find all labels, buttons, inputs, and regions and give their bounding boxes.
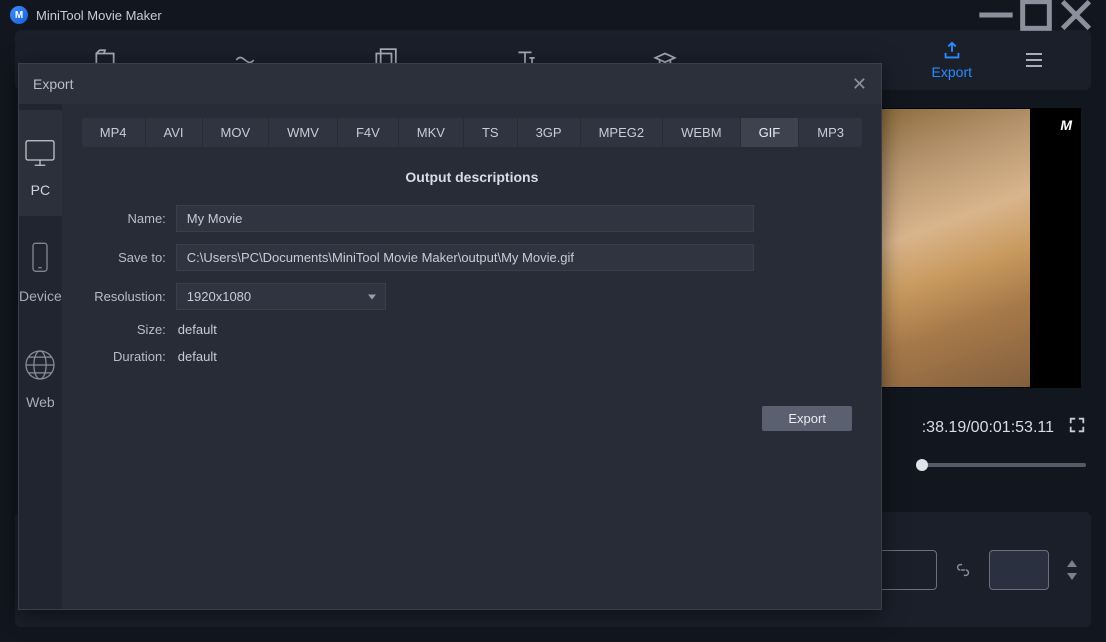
zoom-slider[interactable] <box>916 463 1086 467</box>
export-icon <box>941 40 963 62</box>
scroll-down-button[interactable] <box>1067 573 1077 580</box>
zoom-slider-row <box>866 463 1086 467</box>
fullscreen-button[interactable] <box>1068 416 1086 439</box>
app-logo-icon: M <box>10 6 28 24</box>
export-dialog: Export ✕ PC Device Web MP4 AVI MOV WMV <box>18 63 882 610</box>
minimize-button[interactable] <box>976 0 1016 30</box>
export-sidebar: PC Device Web <box>19 104 62 609</box>
input-name[interactable] <box>176 205 754 232</box>
menu-button[interactable] <box>997 48 1071 72</box>
format-tab-mp4[interactable]: MP4 <box>82 118 146 147</box>
sidebar-tab-device[interactable]: Device <box>19 216 62 322</box>
format-tab-mpeg2[interactable]: MPEG2 <box>581 118 664 147</box>
select-resolution[interactable]: 1920x1080 <box>176 283 386 310</box>
section-title: Output descriptions <box>82 169 862 185</box>
format-tab-avi[interactable]: AVI <box>146 118 203 147</box>
sidebar-tab-pc[interactable]: PC <box>19 110 62 216</box>
zoom-slider-thumb[interactable] <box>916 459 928 471</box>
fullscreen-icon <box>1068 416 1086 434</box>
preview-panel: M :38.19/00:01:53.11 <box>866 108 1086 467</box>
label-size: Size: <box>82 322 176 337</box>
export-button[interactable]: Export <box>762 406 852 431</box>
format-tab-wmv[interactable]: WMV <box>269 118 338 147</box>
format-tabs: MP4 AVI MOV WMV F4V MKV TS 3GP MPEG2 WEB… <box>82 118 862 147</box>
monitor-icon <box>19 132 61 174</box>
scroll-up-button[interactable] <box>1067 560 1077 567</box>
format-tab-webm[interactable]: WEBM <box>663 118 740 147</box>
format-tab-gif[interactable]: GIF <box>741 118 800 147</box>
dialog-header: Export ✕ <box>19 64 881 104</box>
maximize-button[interactable] <box>1016 0 1056 30</box>
format-tab-3gp[interactable]: 3GP <box>518 118 581 147</box>
link-icon[interactable] <box>949 556 977 584</box>
timecode-text: :38.19/00:01:53.11 <box>922 419 1054 437</box>
device-icon <box>19 238 61 280</box>
value-size: default <box>176 322 217 337</box>
dialog-title: Export <box>33 76 852 92</box>
globe-icon <box>19 344 61 386</box>
sidebar-tab-web[interactable]: Web <box>19 322 62 428</box>
format-tab-mp3[interactable]: MP3 <box>799 118 862 147</box>
preview-thumbnail[interactable]: M <box>866 108 1081 388</box>
sidebar-tab-web-label: Web <box>26 394 55 410</box>
watermark-icon: M <box>1060 117 1072 133</box>
timeline-scroll <box>1067 560 1077 580</box>
sidebar-tab-pc-label: PC <box>31 182 50 198</box>
timeline-clip-a[interactable] <box>877 550 937 590</box>
format-tab-mov[interactable]: MOV <box>203 118 270 147</box>
dialog-close-button[interactable]: ✕ <box>852 74 867 95</box>
label-name: Name: <box>82 211 176 226</box>
format-tab-mkv[interactable]: MKV <box>399 118 464 147</box>
input-save-to[interactable] <box>176 244 754 271</box>
sidebar-tab-device-label: Device <box>19 288 62 304</box>
app-title: MiniTool Movie Maker <box>36 8 976 23</box>
hamburger-icon <box>1022 48 1046 72</box>
label-resolution: Resolustion: <box>82 289 176 304</box>
timeline-clip-b[interactable] <box>989 550 1049 590</box>
close-window-button[interactable] <box>1056 0 1096 30</box>
label-duration: Duration: <box>82 349 176 364</box>
export-toolbar-label: Export <box>932 64 972 80</box>
dialog-main: MP4 AVI MOV WMV F4V MKV TS 3GP MPEG2 WEB… <box>62 104 882 609</box>
export-toolbar-button[interactable]: Export <box>907 40 997 80</box>
timecode-row: :38.19/00:01:53.11 <box>866 416 1086 439</box>
format-tab-ts[interactable]: TS <box>464 118 518 147</box>
value-duration: default <box>176 349 217 364</box>
format-tab-f4v[interactable]: F4V <box>338 118 399 147</box>
label-save-to: Save to: <box>82 250 176 265</box>
title-bar: M MiniTool Movie Maker <box>0 0 1106 30</box>
